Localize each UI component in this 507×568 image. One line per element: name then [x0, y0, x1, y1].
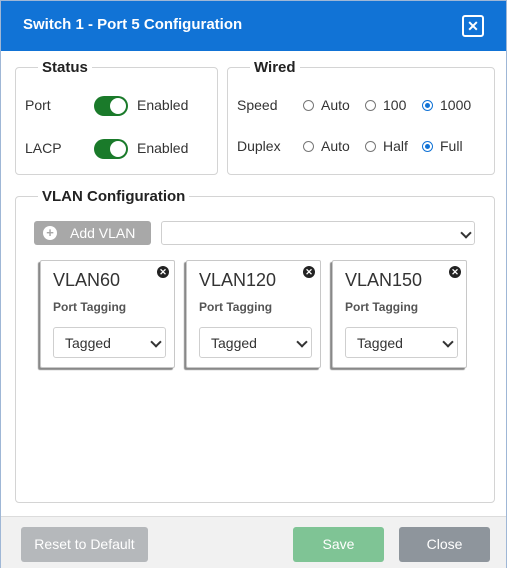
port-config-dialog: Switch 1 - Port 5 Configuration ✕ Status…: [0, 0, 507, 568]
remove-vlan-icon[interactable]: ✕: [449, 266, 461, 278]
chevron-down-icon: [442, 336, 454, 348]
wired-legend: Wired: [254, 59, 296, 76]
duplex-auto-radio[interactable]: [303, 141, 314, 152]
duplex-full-label: Full: [440, 138, 463, 154]
duplex-half-radio[interactable]: [365, 141, 376, 152]
speed-auto-label: Auto: [321, 97, 350, 113]
speed-1000-radio[interactable]: [422, 100, 433, 111]
remove-vlan-icon[interactable]: ✕: [303, 266, 315, 278]
duplex-auto-label: Auto: [321, 138, 350, 154]
port-state: Enabled: [137, 97, 189, 113]
port-toggle[interactable]: [94, 96, 128, 116]
speed-label: Speed: [237, 97, 278, 113]
dialog-title: Switch 1 - Port 5 Configuration: [23, 16, 243, 33]
port-tagging-select[interactable]: Tagged: [345, 327, 458, 358]
duplex-label: Duplex: [237, 138, 281, 154]
close-button[interactable]: Close: [399, 527, 490, 562]
lacp-label: LACP: [25, 140, 62, 156]
vlan-card: VLAN120 ✕ Port Tagging Tagged: [186, 260, 321, 368]
port-tagging-value: Tagged: [65, 335, 111, 351]
dialog-footer: Reset to Default Save Close: [1, 516, 506, 568]
lacp-state: Enabled: [137, 140, 189, 156]
add-vlan-label: Add VLAN: [70, 225, 136, 241]
port-tagging-select[interactable]: Tagged: [199, 327, 312, 358]
vlan-card-title: VLAN120: [199, 270, 277, 290]
reset-to-default-button[interactable]: Reset to Default: [21, 527, 148, 562]
speed-1000-label: 1000: [440, 97, 472, 113]
vlan-card-title: VLAN60: [53, 270, 121, 290]
vlan-card: VLAN60 ✕ Port Tagging Tagged: [40, 260, 175, 368]
chevron-down-icon: [296, 336, 308, 348]
lacp-toggle[interactable]: [94, 139, 128, 159]
plus-icon: +: [43, 226, 57, 240]
dialog-title-bar: Switch 1 - Port 5 Configuration ✕: [1, 1, 506, 51]
port-tagging-select[interactable]: Tagged: [53, 327, 166, 358]
duplex-full-radio[interactable]: [422, 141, 433, 152]
remove-vlan-icon[interactable]: ✕: [157, 266, 169, 278]
speed-100-label: 100: [383, 97, 407, 113]
close-icon[interactable]: ✕: [462, 15, 484, 37]
port-tagging-label: Port Tagging: [199, 300, 273, 314]
port-tagging-value: Tagged: [211, 335, 257, 351]
speed-auto-radio[interactable]: [303, 100, 314, 111]
toggle-knob: [110, 141, 126, 157]
vlan-config-legend: VLAN Configuration: [42, 188, 186, 205]
port-tagging-value: Tagged: [357, 335, 403, 351]
port-tagging-label: Port Tagging: [53, 300, 127, 314]
port-label: Port: [25, 97, 51, 113]
chevron-down-icon: [460, 227, 472, 239]
vlan-card-title: VLAN150: [345, 270, 423, 290]
add-vlan-button[interactable]: + Add VLAN: [34, 221, 151, 245]
vlan-select[interactable]: [161, 221, 475, 245]
port-tagging-label: Port Tagging: [345, 300, 419, 314]
save-button[interactable]: Save: [293, 527, 384, 562]
status-legend: Status: [42, 59, 88, 76]
toggle-knob: [110, 98, 126, 114]
duplex-half-label: Half: [383, 138, 408, 154]
speed-100-radio[interactable]: [365, 100, 376, 111]
wired-group: Wired: [227, 59, 495, 175]
chevron-down-icon: [150, 336, 162, 348]
vlan-card: VLAN150 ✕ Port Tagging Tagged: [332, 260, 467, 368]
